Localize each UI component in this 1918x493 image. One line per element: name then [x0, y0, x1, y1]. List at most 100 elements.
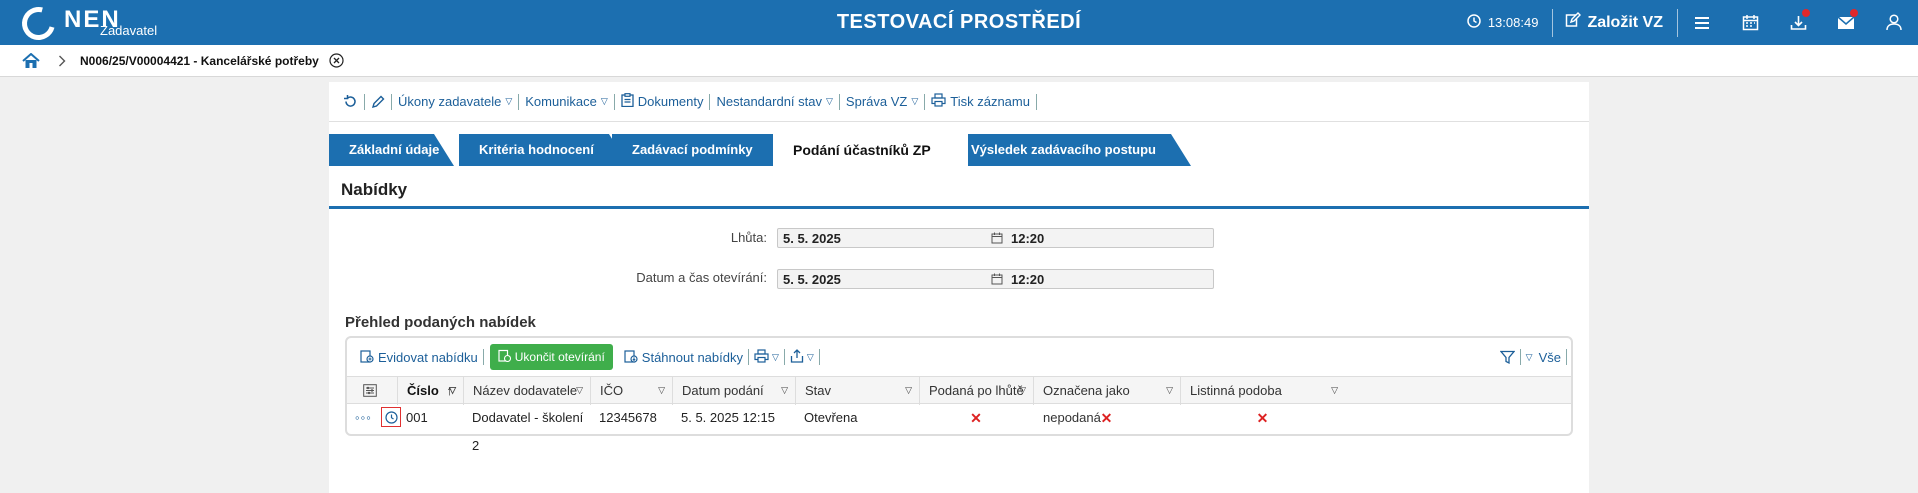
column-settings-icon[interactable]	[347, 377, 397, 405]
create-vz-button[interactable]: Založit VZ	[1553, 12, 1677, 33]
caret-down-icon[interactable]: ▽	[905, 377, 912, 404]
export-icon	[790, 348, 804, 366]
document-check-icon	[498, 349, 511, 365]
column-label: Název dodavatele	[473, 383, 578, 398]
menu-ukony-zadavatele[interactable]: Úkony zadavatele ▽	[392, 94, 518, 109]
filter-all-select[interactable]: ▽ Vše	[1521, 350, 1566, 365]
stahnout-label: Stáhnout nabídky	[641, 349, 743, 365]
caret-down-icon: ▽	[771, 351, 779, 362]
breadcrumb-current[interactable]: N006/25/V00004421 - Kancelářské potřeby	[80, 54, 319, 68]
caret-down-icon[interactable]: ▽	[1331, 377, 1338, 404]
printer-icon	[754, 348, 769, 366]
table-row[interactable]: ◦◦◦ 001 Dodavatel - školení 2 12345678 5…	[347, 404, 1571, 453]
menu-tisk-zaznamu[interactable]: Tisk záznamu	[925, 93, 1036, 110]
caret-down-icon: ▽	[1525, 351, 1533, 362]
tab-zakladni-udaje[interactable]: Základní údaje	[329, 134, 454, 166]
caret-down-icon: ▽	[911, 96, 919, 106]
tab-podani-ucastniku[interactable]: Podání účastníků ZP	[773, 134, 968, 166]
column-datum-podani[interactable]: Datum podání ▽	[672, 377, 795, 405]
download-document-icon	[624, 349, 638, 366]
grid-title: Přehled podaných nabídek	[345, 314, 536, 331]
cell-nepodana-x-icon: ✕	[1100, 410, 1113, 426]
column-label: Číslo	[407, 383, 439, 398]
calendar-icon[interactable]	[991, 232, 1003, 247]
caret-down-icon[interactable]: ▽	[449, 377, 456, 404]
clipboard-icon	[621, 93, 634, 110]
caret-down-icon: ▽	[600, 96, 608, 106]
menu-label: Tisk záznamu	[950, 94, 1030, 109]
caret-down-icon[interactable]: ▽	[658, 377, 665, 404]
menu-dokumenty[interactable]: Dokumenty	[615, 93, 710, 110]
caret-down-icon[interactable]: ▽	[576, 377, 583, 404]
stahnout-nabidky-button[interactable]: Stáhnout nabídky	[619, 349, 748, 366]
column-label: Podaná po lhůtě	[929, 383, 1024, 398]
action-toolbar: Úkony zadavatele ▽ Komunikace ▽ Dokumenty …	[329, 82, 1589, 122]
offers-grid: Evidovat nabídku Ukončit otevírání Stáhn…	[345, 336, 1573, 453]
divider	[1035, 93, 1037, 110]
ukoncit-otevirani-button[interactable]: Ukončit otevírání	[489, 344, 613, 370]
column-listinna-podoba[interactable]: Listinná podoba ▽	[1180, 377, 1345, 405]
grid-header: Číslo ↑ ▽ Název dodavatele ▽ IČO ▽ Datum…	[347, 376, 1571, 425]
edit-icon	[1565, 12, 1582, 33]
otevirani-field[interactable]: 5. 5. 2025 12:20	[777, 269, 1214, 289]
column-cislo[interactable]: Číslo ↑ ▽	[397, 377, 463, 405]
menu-label: Nestandardní stav	[716, 94, 822, 109]
cell-datum: 5. 5. 2025 12:15	[681, 410, 775, 425]
lhuta-field[interactable]: 5. 5. 2025 12:20	[777, 228, 1214, 248]
close-icon[interactable]	[329, 53, 344, 68]
filter-all-label: Vše	[1538, 349, 1561, 365]
otevirani-time: 12:20	[1011, 272, 1045, 287]
otevirani-date: 5. 5. 2025	[783, 272, 841, 287]
column-nazev-dodavatele[interactable]: Název dodavatele ▽	[463, 377, 590, 405]
lhuta-label: Lhůta:	[730, 230, 767, 245]
logo-ring-icon	[15, 0, 62, 46]
caret-down-icon[interactable]: ▽	[1019, 377, 1026, 404]
cell-nazev: Dodavatel - školení 2	[472, 410, 584, 453]
tab-kriteria-hodnoceni[interactable]: Kritéria hodnocení	[459, 134, 629, 166]
caret-down-icon: ▽	[806, 351, 814, 362]
lhuta-date: 5. 5. 2025	[783, 231, 841, 246]
download-icon[interactable]	[1774, 0, 1822, 45]
printer-icon	[931, 93, 946, 110]
divider	[482, 349, 484, 365]
notification-dot	[1850, 9, 1858, 17]
logo-subtitle: Zadavatel	[100, 23, 158, 38]
tab-vysledek-zadavaciho-postupu[interactable]: Výsledek zadávacího postupu	[951, 134, 1191, 166]
evidovat-nabidku-button[interactable]: Evidovat nabídku	[355, 349, 483, 366]
menu-sprava-vz[interactable]: Správa VZ ▽	[840, 94, 924, 109]
filter-icon[interactable]	[1495, 350, 1520, 365]
caret-down-icon[interactable]: ▽	[1166, 377, 1173, 404]
cell-listinna-x-icon: ✕	[1256, 410, 1269, 426]
refresh-icon[interactable]	[337, 94, 364, 109]
caret-down-icon: ▽	[826, 96, 833, 106]
clock-icon	[1467, 14, 1481, 31]
menu-label: Dokumenty	[637, 94, 704, 109]
mail-icon[interactable]	[1822, 0, 1870, 45]
cell-po-lhute-x-icon: ✕	[970, 410, 982, 426]
column-stav[interactable]: Stav ▽	[795, 377, 919, 405]
row-actions-icon[interactable]: ◦◦◦	[347, 404, 377, 432]
divider	[818, 349, 820, 365]
section-divider	[329, 206, 1589, 209]
add-document-icon	[360, 349, 374, 366]
top-bar: NEN Zadavatel TESTOVACÍ PROSTŘEDÍ 13:08:…	[0, 0, 1918, 46]
grid-export-menu[interactable]: ▽	[785, 348, 819, 366]
session-clock: 13:08:49	[1467, 14, 1553, 31]
column-podana-po-lhute[interactable]: Podaná po lhůtě ▽	[919, 377, 1033, 405]
pencil-icon[interactable]	[365, 95, 391, 109]
menu-nestandardni-stav[interactable]: Nestandardní stav ▽	[710, 94, 838, 109]
caret-down-icon[interactable]: ▽	[781, 377, 788, 404]
grid-print-menu[interactable]: ▽	[749, 348, 784, 366]
menu-icon[interactable]	[1678, 0, 1726, 45]
main-panel: Úkony zadavatele ▽ Komunikace ▽ Dokumenty …	[329, 82, 1589, 493]
user-icon[interactable]	[1870, 0, 1918, 45]
calendar-icon[interactable]	[991, 273, 1003, 288]
column-ico[interactable]: IČO ▽	[590, 377, 672, 405]
breadcrumb: N006/25/V00004421 - Kancelářské potřeby	[0, 45, 1918, 77]
calendar-icon[interactable]	[1726, 0, 1774, 45]
home-icon[interactable]	[22, 52, 40, 69]
clock-time: 13:08:49	[1487, 15, 1539, 30]
menu-komunikace[interactable]: Komunikace ▽	[519, 94, 613, 109]
evidovat-label: Evidovat nabídku	[378, 349, 478, 365]
column-oznacena-jako-nepodana[interactable]: Označena jako nepodaná ▽	[1033, 377, 1180, 425]
